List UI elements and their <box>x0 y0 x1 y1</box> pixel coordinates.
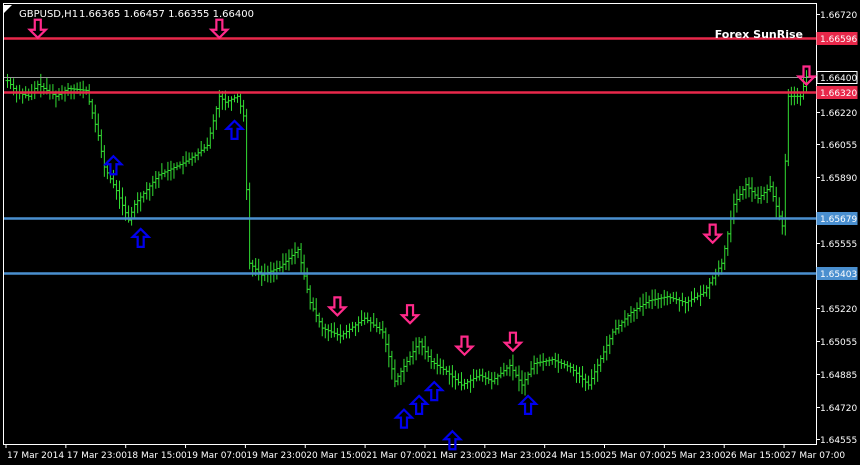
price-tick-label: 1.66720 <box>820 11 857 21</box>
ohlc-readout: 1.66365 1.66457 1.66355 1.66400 <box>79 9 254 20</box>
price-tick-label: 1.65555 <box>820 240 857 250</box>
time-tick-label: 19 Mar 07:00 <box>187 451 247 461</box>
price-tick-label: 1.66400 <box>820 74 857 84</box>
time-tick-label: 21 Mar 23:00 <box>426 451 486 461</box>
time-tick-label: 24 Mar 15:00 <box>546 451 606 461</box>
price-tick-label: 1.66220 <box>820 109 857 119</box>
price-tick-label: 1.65220 <box>820 305 857 315</box>
time-tick-label: 20 Mar 15:00 <box>306 451 366 461</box>
watermark-text: Forex SunRise <box>715 28 803 41</box>
time-tick-label: 17 Mar 2014 <box>7 451 64 461</box>
price-tick-label: 1.64720 <box>820 404 857 414</box>
price-tick-label: 1.64885 <box>820 371 857 381</box>
time-tick-label: 26 Mar 15:00 <box>725 451 785 461</box>
price-tick-label: 1.66055 <box>820 141 857 151</box>
forex-chart[interactable]: 1.66720 1.66596 1.66400 1.66320 1.66220 1.660… <box>0 0 860 465</box>
price-tick-label: 1.65055 <box>820 338 857 348</box>
time-tick-label: 17 Mar 23:00 <box>67 451 127 461</box>
price-tick-label: 1.64555 <box>820 436 857 446</box>
time-tick-label: 19 Mar 23:00 <box>246 451 306 461</box>
price-tick-label: 1.66320 <box>820 89 857 99</box>
time-tick-label: 18 Mar 15:00 <box>127 451 187 461</box>
price-tick-label: 1.65890 <box>820 174 857 184</box>
time-tick-label: 23 Mar 23:00 <box>486 451 546 461</box>
time-tick-label: 25 Mar 23:00 <box>665 451 725 461</box>
price-tick-label: 1.65679 <box>820 215 857 225</box>
time-tick-label: 21 Mar 07:00 <box>366 451 426 461</box>
time-tick-label: 27 Mar 07:00 <box>785 451 845 461</box>
price-tick-label: 1.66596 <box>820 35 857 45</box>
price-tick-label: 1.65403 <box>820 270 857 280</box>
time-tick-label: 25 Mar 07:00 <box>606 451 666 461</box>
symbol-label: GBPUSD,H1 <box>19 9 78 20</box>
